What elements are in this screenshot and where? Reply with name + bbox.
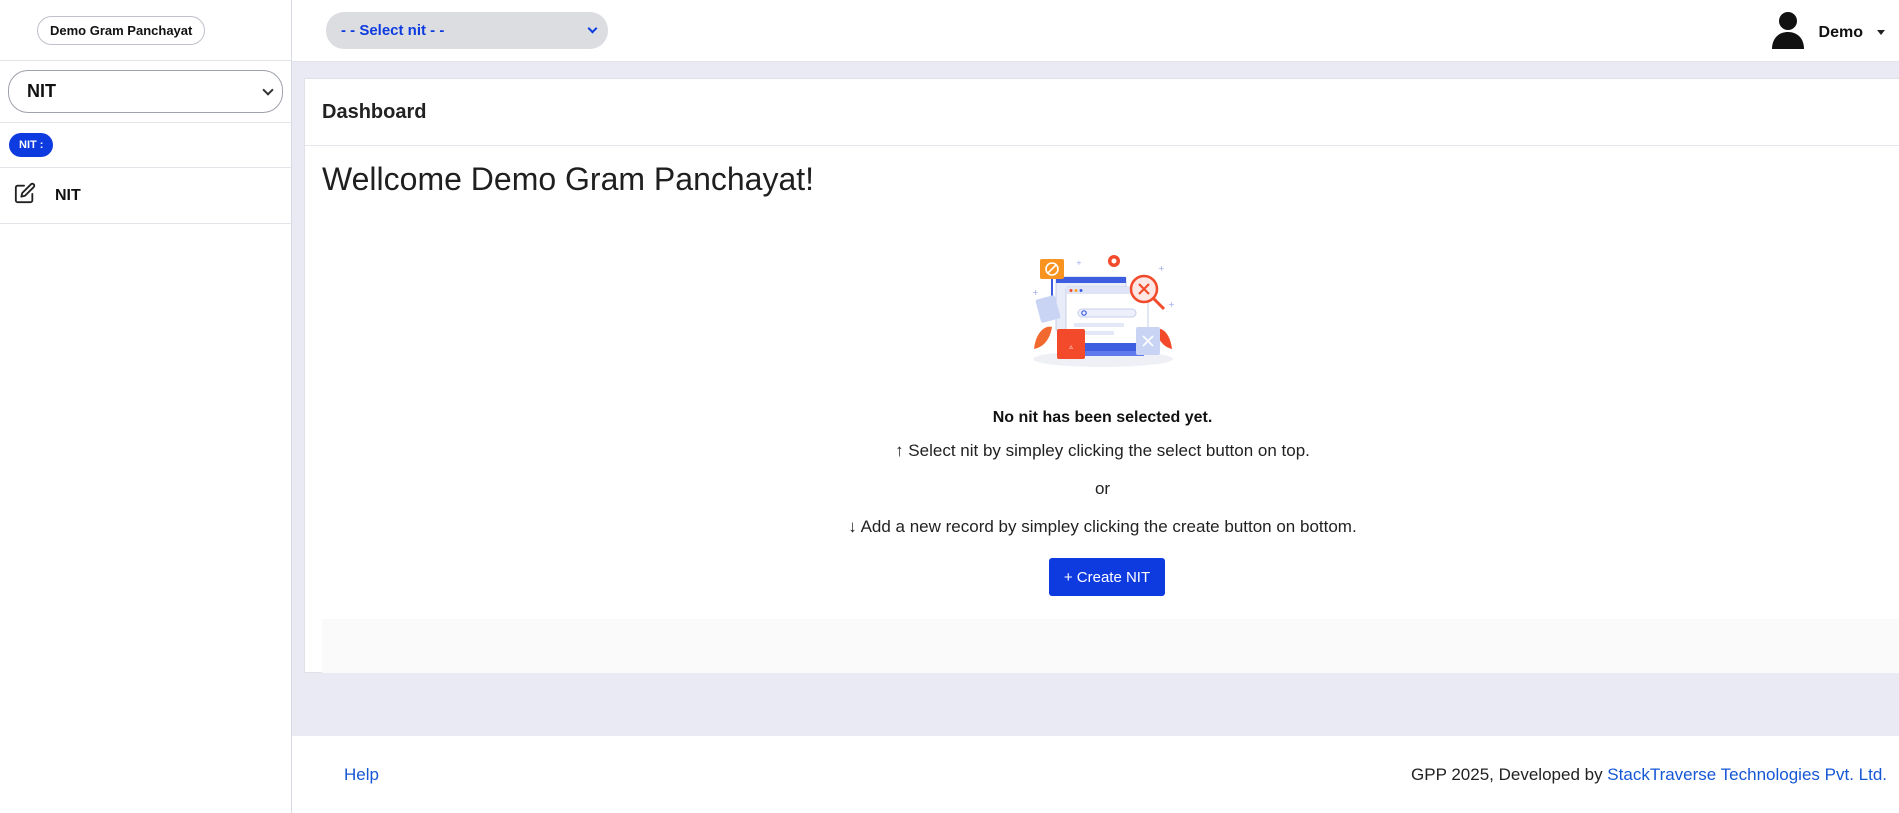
- user-menu[interactable]: Demo: [1770, 11, 1885, 54]
- user-icon: [1770, 11, 1806, 54]
- create-nit-button[interactable]: + Create NIT: [1049, 558, 1165, 596]
- svg-text:⚠: ⚠: [1069, 345, 1074, 351]
- empty-state-illustration: ⚠ + + + +: [1030, 251, 1176, 374]
- chevron-down-icon: [262, 83, 274, 96]
- create-instruction: ↓ Add a new record by simpley clicking t…: [848, 517, 1357, 536]
- help-link[interactable]: Help: [344, 765, 379, 785]
- nit-select-value: - - Select nit - -: [341, 22, 445, 39]
- welcome-heading: Wellcome Demo Gram Panchayat!: [322, 161, 815, 197]
- developer-link[interactable]: StackTraverse Technologies Pvt. Ltd.: [1607, 765, 1887, 784]
- card-title: Dashboard: [305, 79, 1899, 146]
- card-footer-area: [322, 619, 1899, 673]
- sidebar-item-label: NIT: [55, 186, 81, 204]
- footer: Help GPP 2025, Developed by StackTravers…: [292, 736, 1899, 813]
- credit-text: GPP 2025, Developed by StackTraverse Tec…: [1411, 765, 1887, 785]
- svg-text:+: +: [1168, 300, 1175, 309]
- sidebar-item-nit[interactable]: NIT: [0, 168, 291, 224]
- brand-row: Demo Gram Panchayat: [0, 0, 291, 61]
- user-name: Demo: [1818, 23, 1863, 41]
- badge-row: NIT :: [0, 123, 291, 168]
- edit-icon: [14, 182, 36, 209]
- empty-state-title: No nit has been selected yet.: [992, 409, 1213, 426]
- svg-text:+: +: [1076, 259, 1082, 267]
- credit-prefix: GPP 2025, Developed by: [1411, 765, 1608, 784]
- or-separator: or: [1094, 479, 1111, 498]
- svg-text:+: +: [1158, 264, 1165, 273]
- module-row: NIT: [0, 61, 291, 123]
- select-instruction: ↑ Select nit by simpley clicking the sel…: [895, 441, 1310, 460]
- nit-select[interactable]: - - Select nit - -: [326, 12, 608, 49]
- nit-badge: NIT :: [9, 133, 54, 157]
- brand-name[interactable]: Demo Gram Panchayat: [37, 15, 206, 45]
- dashboard-card: Dashboard Wellcome Demo Gram Panchayat!: [304, 78, 1899, 673]
- module-select[interactable]: NIT: [8, 70, 283, 113]
- svg-text:+: +: [1032, 288, 1039, 297]
- topbar: - - Select nit - - Demo: [292, 0, 1899, 62]
- caret-down-icon: [1877, 30, 1885, 35]
- chevron-down-icon: [587, 23, 598, 34]
- sidebar: Demo Gram Panchayat NIT NIT : NIT: [0, 0, 292, 813]
- module-select-value: NIT: [27, 81, 56, 101]
